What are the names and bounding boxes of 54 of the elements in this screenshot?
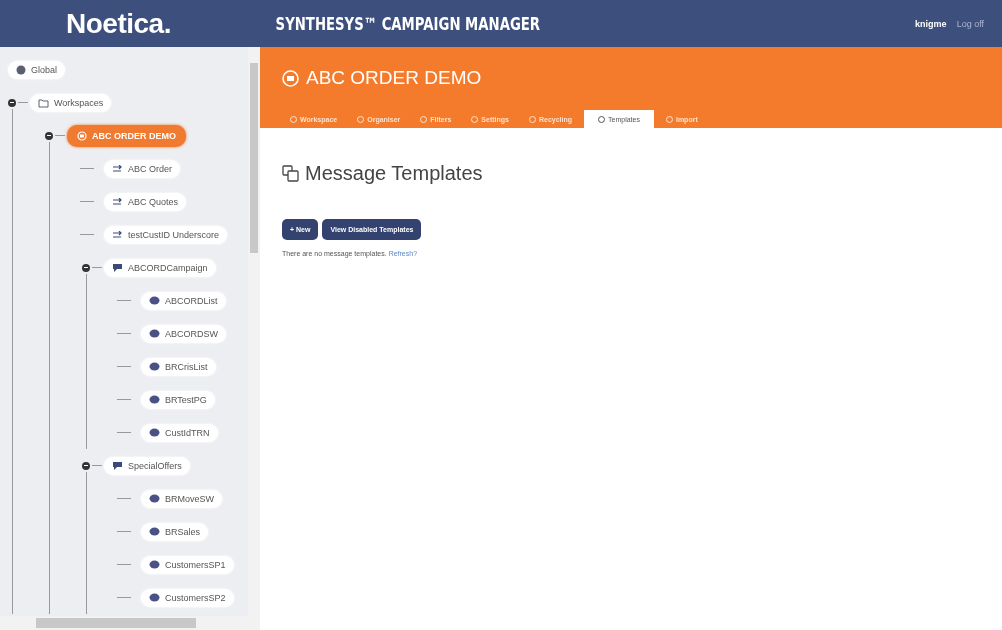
collapse-toggle[interactable] — [8, 98, 16, 107]
tree-item[interactable]: ABC Order — [104, 159, 180, 178]
tree-item[interactable]: ABCORDCampaign — [104, 258, 216, 277]
speech-bubble-icon — [112, 460, 123, 471]
tree-item[interactable]: ABCORDList — [141, 291, 226, 310]
circle-icon — [420, 115, 428, 123]
circle-icon — [357, 115, 365, 123]
tree-item[interactable]: BRMoveSW — [141, 489, 222, 508]
stack-icon — [149, 494, 160, 503]
circle-icon — [598, 116, 606, 123]
stack-icon — [149, 362, 160, 371]
stack-icon — [149, 296, 160, 305]
user-name: knigme — [915, 18, 947, 29]
app-title: SYNTHESYS™ CAMPAIGN MANAGER — [274, 13, 542, 34]
circle-icon — [471, 115, 479, 123]
circle-icon — [528, 115, 536, 123]
collapse-toggle[interactable] — [45, 131, 53, 140]
stack-icon — [149, 560, 160, 569]
globe-icon — [16, 64, 26, 75]
logo: Noetica. — [65, 7, 172, 40]
arrows-icon — [112, 197, 123, 206]
folder-icon — [38, 97, 49, 108]
tree-item[interactable]: ABC Quotes — [104, 192, 187, 211]
circle-icon — [290, 115, 297, 123]
tree-item[interactable]: BRSales — [141, 522, 208, 541]
collapse-toggle[interactable] — [82, 263, 90, 272]
page-heading: Message Templates — [305, 162, 483, 185]
collapse-toggle[interactable] — [82, 461, 90, 470]
workspace-icon — [282, 69, 299, 87]
workspace-title: ABC ORDER DEMO — [306, 67, 482, 89]
tree-item[interactable]: ABCORDSW — [141, 324, 226, 343]
tree-item[interactable]: Global — [8, 60, 65, 79]
stack-icon — [149, 395, 160, 404]
vertical-scrollbar[interactable] — [248, 47, 260, 616]
speech-bubble-icon — [112, 262, 123, 273]
stack-icon — [149, 593, 160, 602]
tree-item[interactable]: SpecialOffers — [104, 456, 190, 475]
copy-icon — [282, 165, 299, 182]
tree-item[interactable]: BRCrisList — [141, 357, 216, 376]
logoff-link[interactable]: Log off — [956, 18, 984, 29]
tree-item[interactable]: CustomersSP2 — [141, 588, 234, 607]
stack-icon — [149, 428, 160, 437]
tree-item[interactable]: Workspaces — [30, 93, 112, 112]
stack-icon — [149, 527, 160, 536]
stack-icon — [149, 329, 160, 338]
tree-item[interactable]: CustomersSP1 — [141, 555, 234, 574]
circle-icon — [665, 115, 673, 123]
tree-item[interactable]: testCustID Underscore — [104, 225, 228, 244]
tree-item[interactable]: BRTestPG — [141, 390, 215, 409]
tree-item[interactable]: CustIdTRN — [141, 423, 218, 442]
horizontal-scrollbar[interactable] — [0, 616, 260, 630]
arrows-icon — [112, 164, 123, 173]
arrows-icon — [112, 230, 123, 239]
workspace-icon — [77, 130, 87, 141]
